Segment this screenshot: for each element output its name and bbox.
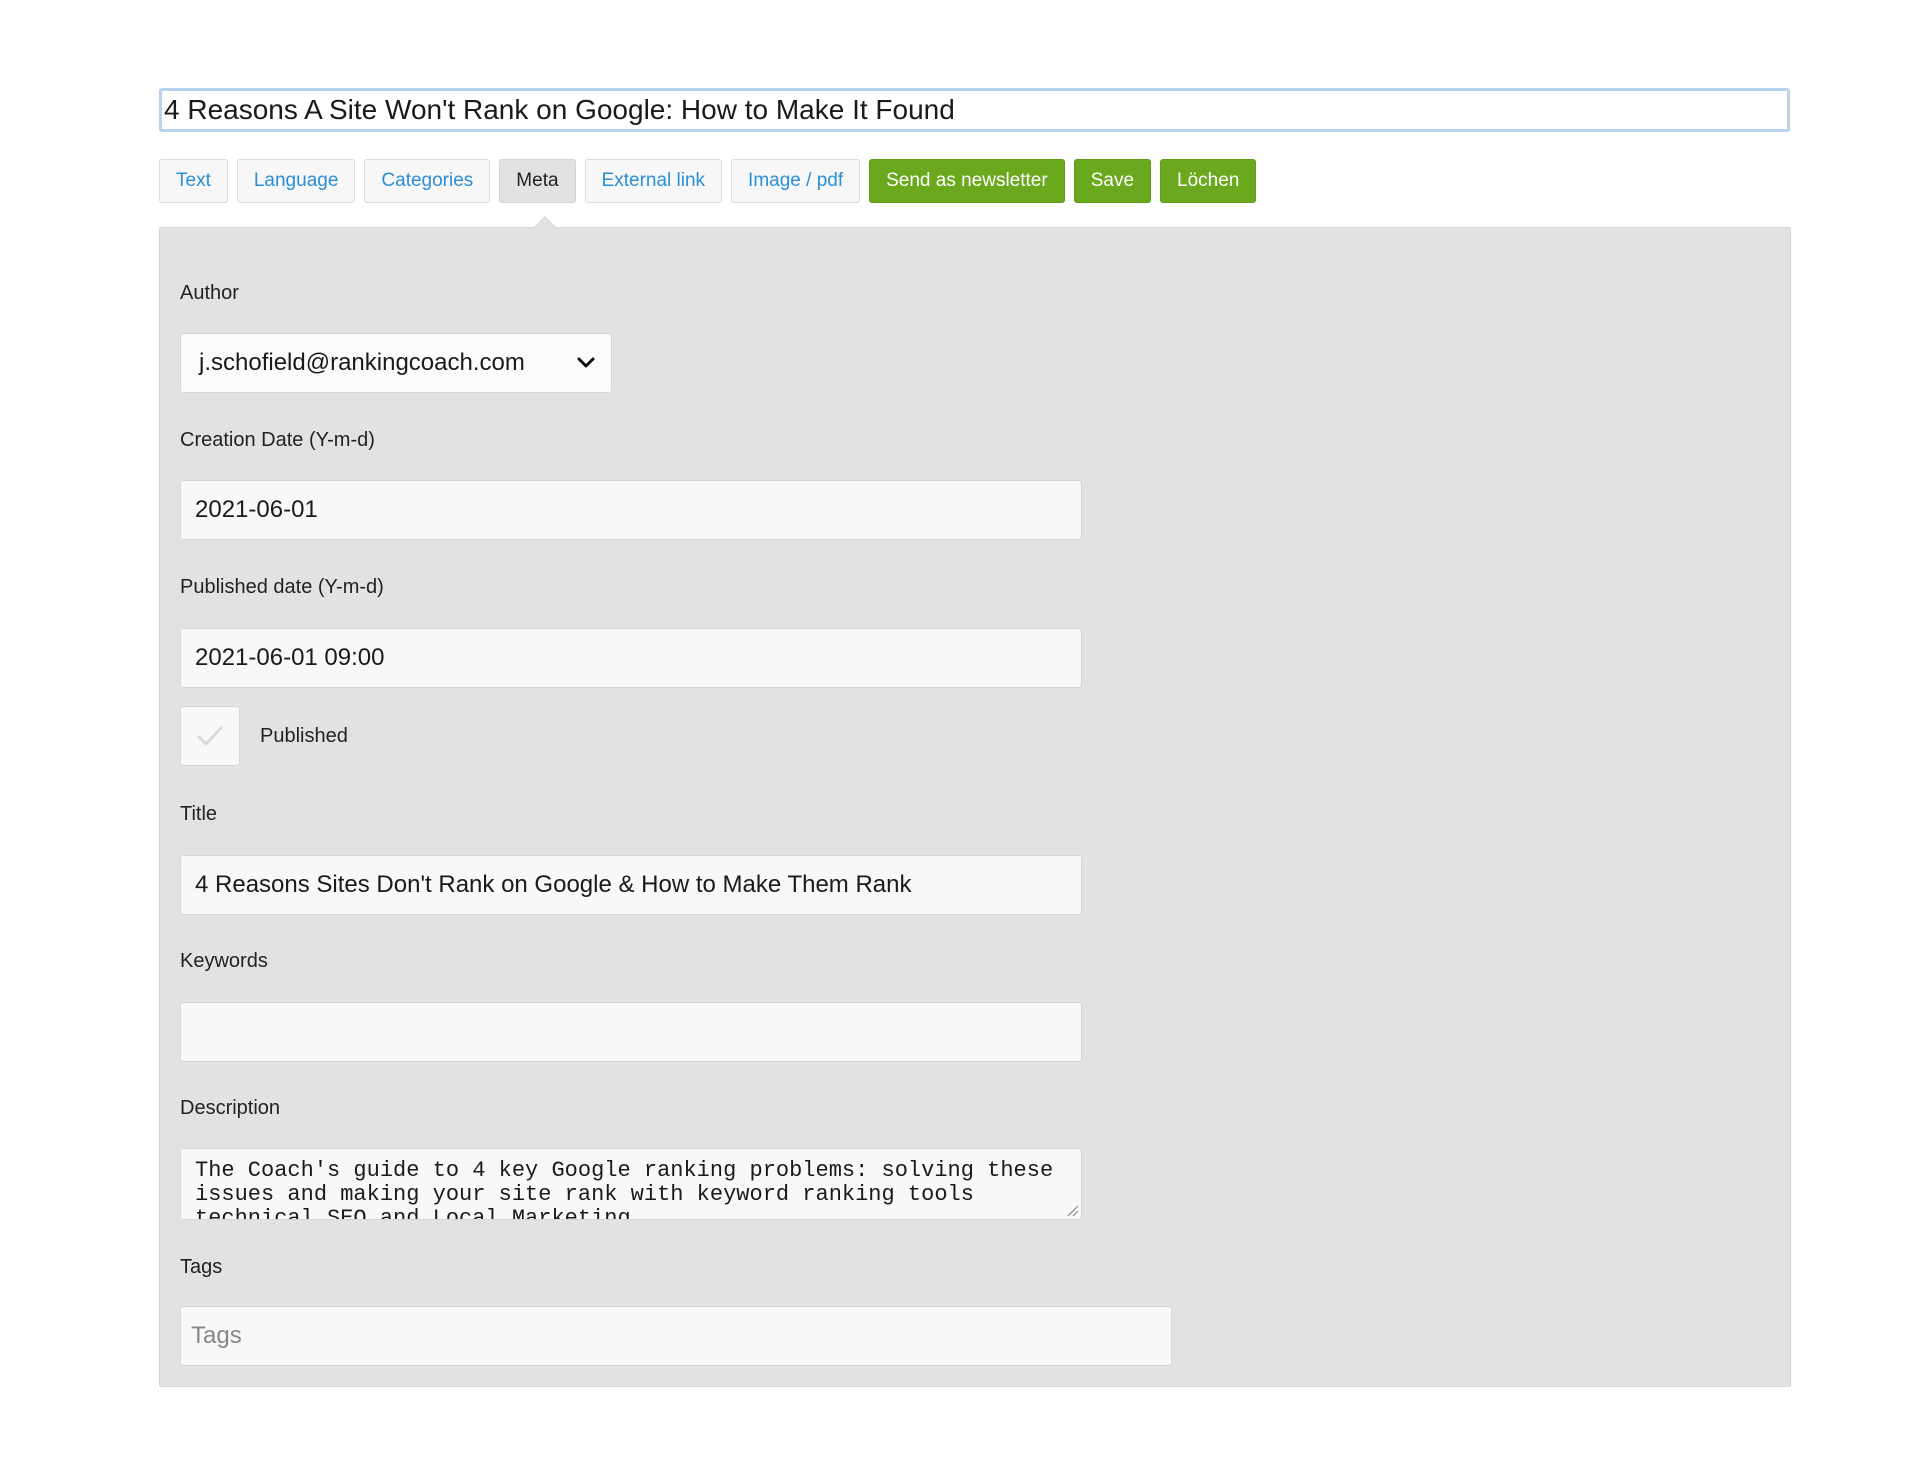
title-input[interactable] [180, 855, 1082, 915]
title-label: Title [180, 803, 218, 825]
tab-external-link[interactable]: External link [584, 159, 723, 203]
editor-tabbar: Text Language Categories Meta External l… [159, 159, 1257, 203]
tab-text[interactable]: Text [159, 159, 228, 203]
headline-input[interactable] [159, 88, 1790, 132]
description-label: Description [180, 1097, 281, 1119]
author-select[interactable]: j.schofield@rankingcoach.com [180, 333, 612, 393]
delete-button[interactable]: Löchen [1160, 159, 1257, 203]
meta-panel: Author j.schofield@rankingcoach.com Crea… [159, 227, 1791, 1387]
checkmark-icon [197, 726, 223, 746]
resize-handle-icon[interactable] [1065, 1203, 1079, 1217]
description-textarea[interactable]: The Coach's guide to 4 key Google rankin… [180, 1148, 1082, 1220]
tab-language[interactable]: Language [236, 159, 356, 203]
tags-input[interactable] [180, 1306, 1172, 1366]
tab-meta[interactable]: Meta [499, 159, 576, 203]
article-editor: Text Language Categories Meta External l… [0, 0, 1920, 1472]
send-newsletter-button[interactable]: Send as newsletter [869, 159, 1065, 203]
published-checkbox[interactable] [180, 706, 240, 766]
tab-image-pdf[interactable]: Image / pdf [731, 159, 861, 203]
keywords-label: Keywords [180, 950, 268, 972]
tab-categories[interactable]: Categories [364, 159, 491, 203]
description-text: The Coach's guide to 4 key Google rankin… [195, 1158, 1067, 1220]
published-label: Published [260, 725, 348, 747]
published-date-label: Published date (Y-m-d) [180, 576, 384, 598]
keywords-input[interactable] [180, 1002, 1082, 1062]
creation-date-input[interactable] [180, 480, 1082, 540]
save-button[interactable]: Save [1073, 159, 1152, 203]
tags-label: Tags [180, 1256, 223, 1278]
creation-date-label: Creation Date (Y-m-d) [180, 429, 375, 451]
author-select-value: j.schofield@rankingcoach.com [199, 349, 525, 376]
chevron-down-icon [575, 352, 597, 374]
active-tab-pointer-fill [534, 219, 556, 230]
author-label: Author [180, 282, 239, 304]
published-date-input[interactable] [180, 628, 1082, 688]
